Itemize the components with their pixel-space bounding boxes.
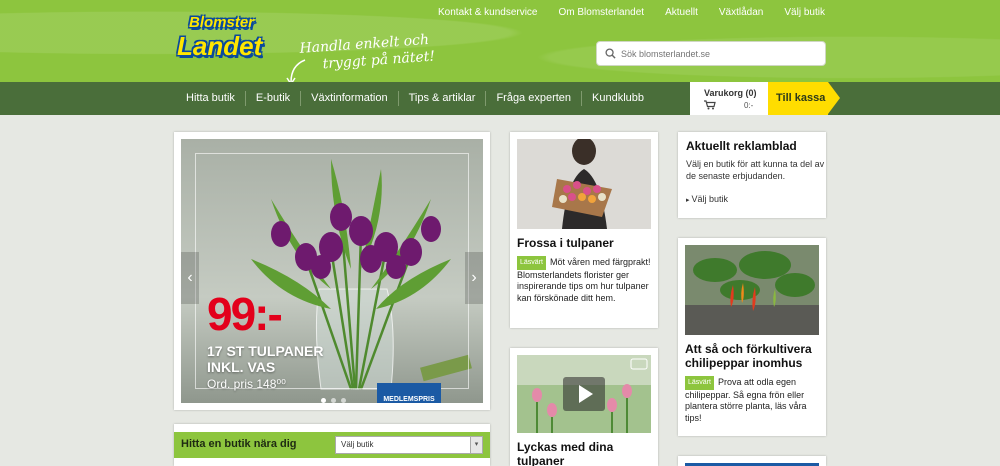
top-link-vaxtladan[interactable]: Växtlådan — [719, 7, 763, 18]
tulip-bouquet-photo — [517, 139, 651, 229]
logo-line1: Blomster — [189, 14, 255, 31]
top-links: Kontakt & kundservice Om Blomsterlandet … — [438, 7, 846, 18]
site-header: Kontakt & kundservice Om Blomsterlandet … — [0, 0, 1000, 86]
store-select[interactable]: Välj butik ▾ — [335, 436, 483, 454]
reklamblad-link-label: Välj butik — [691, 194, 728, 204]
nav-tips-artiklar[interactable]: Tips & artiklar — [399, 91, 487, 106]
article-title[interactable]: Att så och förkultivera chilipeppar inom… — [685, 342, 812, 370]
hero-price: 99:- — [207, 288, 283, 340]
article-title-line2: chilipeppar inomhus — [685, 356, 803, 370]
slogan: Handla enkelt och tryggt på nätet! — [299, 31, 441, 75]
hero-title-line1: 17 ST TULPANER — [207, 343, 324, 359]
chevron-down-icon: ▾ — [470, 437, 482, 453]
article-card-lyckas[interactable]: Lyckas med dina tulpaner — [510, 348, 658, 466]
store-select-value: Välj butik — [341, 440, 374, 449]
search-input[interactable] — [621, 48, 821, 59]
article-title-line2: tulpaner — [517, 454, 565, 466]
nav-kundklubb[interactable]: Kundklubb — [582, 91, 654, 106]
find-store-bar: Hitta en butik nära dig Välj butik ▾ — [174, 432, 490, 458]
lasvart-badge: Läsvärt — [517, 256, 546, 270]
nav-hitta-butik[interactable]: Hitta butik — [176, 91, 246, 106]
article-text: Läsvärt Möt våren med färgprakt! Blomster… — [517, 256, 653, 304]
reklamblad-link[interactable]: ▸ Välj butik — [686, 194, 728, 204]
article-title-line1: Att så och förkultivera — [685, 342, 812, 356]
hero-title-line2: INKL. VAS — [207, 359, 276, 375]
reklamblad-card: Aktuellt reklamblad Välj en butik för at… — [678, 132, 826, 218]
reklamblad-title: Aktuellt reklamblad — [686, 139, 797, 153]
article-title-line1: Lyckas med dina — [517, 440, 614, 454]
logo[interactable]: Blomster Landet — [177, 14, 262, 68]
search-icon — [605, 48, 616, 59]
carousel-dot-1[interactable] — [321, 398, 326, 403]
chili-plant-photo — [685, 245, 819, 335]
article-title[interactable]: Frossa i tulpaner — [517, 236, 614, 250]
cart-widget[interactable]: Varukorg (0) 0:- — [690, 82, 768, 115]
hero-carousel: 99:- 17 ST TULPANER INKL. VAS Ord. pris … — [174, 132, 490, 410]
hero-original-price: Ord. pris 148⁰⁰ — [207, 377, 286, 391]
top-link-aktuellt[interactable]: Aktuellt — [665, 7, 698, 18]
carousel-dot-3[interactable] — [341, 398, 346, 403]
article-title[interactable]: Lyckas med dina tulpaner — [517, 440, 613, 466]
checkout-button[interactable]: Till kassa — [768, 82, 840, 115]
tulip-video-thumbnail — [517, 355, 651, 433]
logo-line2: Landet — [177, 31, 263, 61]
top-link-valj-butik[interactable]: Välj butik — [784, 7, 825, 18]
carousel-next-button[interactable]: › — [465, 252, 483, 304]
article-card-frossa[interactable]: Frossa i tulpaner Läsvärt Möt våren med f… — [510, 132, 658, 328]
carousel-dots — [321, 398, 346, 403]
find-store-title: Hitta en butik nära dig — [181, 438, 297, 450]
top-link-om[interactable]: Om Blomsterlandet — [559, 7, 645, 18]
top-link-kontakt[interactable]: Kontakt & kundservice — [438, 7, 538, 18]
carousel-dot-2[interactable] — [331, 398, 336, 403]
cart-icon — [704, 100, 716, 110]
main-nav: Hitta butik E-butik Växtinformation Tips… — [0, 82, 1000, 115]
search-box[interactable] — [596, 41, 826, 66]
nav-e-butik[interactable]: E-butik — [246, 91, 302, 106]
cart-label: Varukorg (0) — [704, 88, 757, 98]
lasvart-badge: Läsvärt — [685, 376, 714, 390]
checkout-label: Till kassa — [776, 92, 826, 104]
next-card-partial — [678, 456, 826, 466]
find-store-panel: Hitta en butik nära dig Välj butik ▾ — [174, 424, 490, 466]
nav-vaxtinformation[interactable]: Växtinformation — [301, 91, 399, 106]
carousel-prev-button[interactable]: ‹ — [181, 252, 199, 304]
reklamblad-text: Välj en butik för att kunna ta del av de… — [686, 159, 825, 181]
article-card-chilipeppar[interactable]: Att så och förkultivera chilipeppar inom… — [678, 238, 826, 436]
article-text: Läsvärt Prova att odla egen chilipeppar. … — [685, 376, 819, 424]
member-price-badge: MEDLEMSPRIS — [377, 383, 441, 403]
cart-amount: 0:- — [744, 101, 754, 110]
hero-title: 17 ST TULPANER INKL. VAS — [207, 343, 323, 375]
hero-image[interactable]: 99:- 17 ST TULPANER INKL. VAS Ord. pris … — [181, 139, 483, 403]
nav-fraga-experten[interactable]: Fråga experten — [486, 91, 583, 106]
